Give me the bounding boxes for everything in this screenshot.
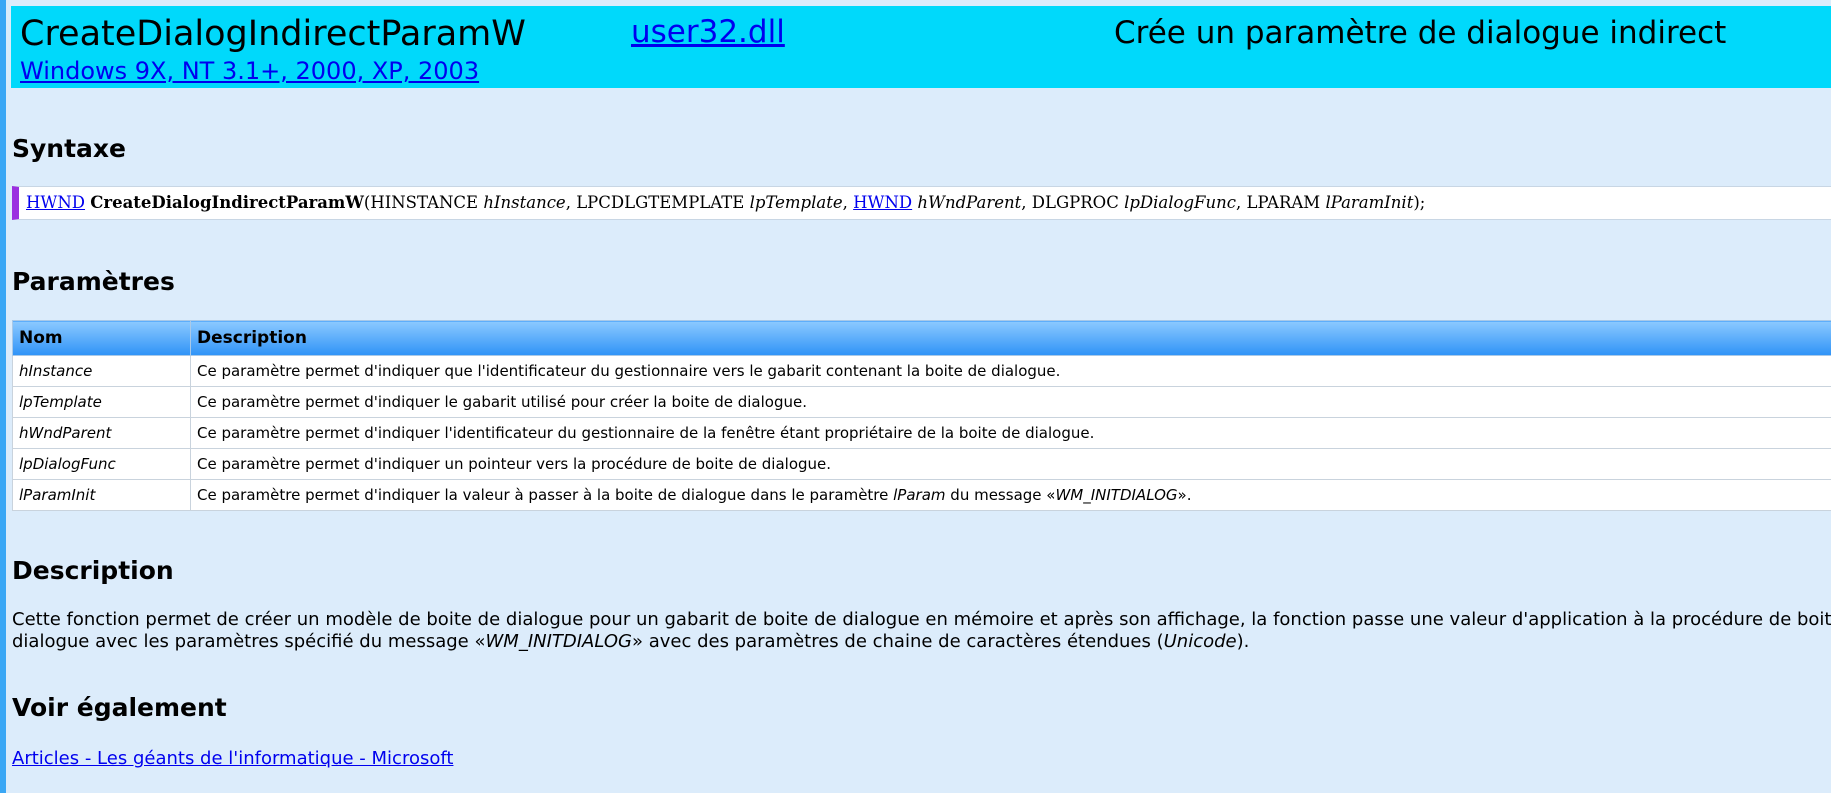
syntax-p1-name: hInstance: [483, 193, 566, 212]
table-row: lpDialogFunc Ce paramètre permet d'indiq…: [12, 448, 1831, 480]
syntax-p3-name: hWndParent: [917, 193, 1022, 212]
col-header-name: Nom: [12, 320, 191, 356]
table-row: lParamInit Ce paramètre permet d'indique…: [12, 479, 1831, 511]
table-row: hWndParent Ce paramètre permet d'indique…: [12, 417, 1831, 449]
desc-text-part: ».: [1177, 486, 1192, 504]
desc-text-part: Ce paramètre permet d'indiquer la valeur…: [197, 486, 894, 504]
description-heading: Description: [12, 556, 174, 585]
parameters-heading: Paramètres: [12, 267, 175, 296]
page-header: CreateDialogIndirectParamW user32.dll Cr…: [11, 6, 1831, 88]
see-also-heading: Voir également: [12, 693, 227, 722]
param-name: hInstance: [12, 355, 191, 387]
param-description: Ce paramètre permet d'indiquer la valeur…: [190, 479, 1831, 511]
syntax-p2-name: lpTemplate: [749, 193, 843, 212]
syntax-sep: ,: [1235, 193, 1247, 212]
syntax-sep: ,: [1021, 193, 1032, 212]
desc-text-part: du message «: [945, 486, 1056, 504]
function-summary: Crée un paramètre de dialogue indirect: [1114, 15, 1727, 51]
dll-link[interactable]: user32.dll: [631, 13, 785, 51]
param-description: Ce paramètre permet d'indiquer un pointe…: [190, 448, 1831, 480]
syntax-p5-name: lParamInit: [1325, 193, 1414, 212]
description-emphasis: Unicode: [1163, 631, 1237, 652]
syntax-p2-type: LPCDLGTEMPLATE: [576, 193, 745, 212]
syntax-block: HWND CreateDialogIndirectParamW(HINSTANC…: [12, 186, 1831, 220]
articles-link[interactable]: Articles - Les géants de l'informatique …: [12, 748, 453, 770]
param-name: lpDialogFunc: [12, 448, 191, 480]
param-name: lParamInit: [12, 479, 191, 511]
syntax-close: );: [1413, 193, 1426, 212]
param-name: lpTemplate: [12, 386, 191, 418]
desc-emphasis: lParam: [893, 486, 946, 504]
description-text: » avec des paramètres de chaine de carac…: [631, 631, 1164, 652]
hwnd-return-link[interactable]: HWND: [26, 193, 85, 212]
param-description: Ce paramètre permet d'indiquer le gabari…: [190, 386, 1831, 418]
param-description: Ce paramètre permet d'indiquer que l'ide…: [190, 355, 1831, 387]
description-text: ).: [1236, 631, 1250, 652]
table-row: hInstance Ce paramètre permet d'indiquer…: [12, 355, 1831, 387]
table-header-row: Nom Description: [12, 320, 1831, 356]
description-paragraph: Cette fonction permet de créer un modèle…: [12, 609, 1831, 653]
col-header-description: Description: [190, 320, 1831, 356]
param-description: Ce paramètre permet d'indiquer l'identif…: [190, 417, 1831, 449]
syntax-p5-type: LPARAM: [1246, 193, 1321, 212]
syntax-p1-type: HINSTANCE: [370, 193, 479, 212]
description-emphasis: WM_INITDIALOG: [485, 631, 632, 652]
page-title: CreateDialogIndirectParamW: [20, 14, 526, 54]
syntax-sep: ,: [565, 193, 577, 212]
table-row: lpTemplate Ce paramètre permet d'indique…: [12, 386, 1831, 418]
syntax-sep: ,: [842, 193, 854, 212]
syntax-p4-name: lpDialogFunc: [1124, 193, 1236, 212]
syntax-function-name: CreateDialogIndirectParamW: [90, 193, 364, 212]
hwnd-param-link[interactable]: HWND: [853, 193, 912, 212]
parameters-table: Nom Description hInstance Ce paramètre p…: [12, 320, 1831, 511]
param-name: hWndParent: [12, 417, 191, 449]
left-accent-bar: [0, 0, 6, 793]
os-compat-link[interactable]: Windows 9X, NT 3.1+, 2000, XP, 2003: [20, 56, 479, 86]
desc-emphasis: WM_INITDIALOG: [1055, 486, 1178, 504]
syntax-heading: Syntaxe: [12, 134, 127, 163]
syntax-p4-type: DLGPROC: [1031, 193, 1119, 212]
